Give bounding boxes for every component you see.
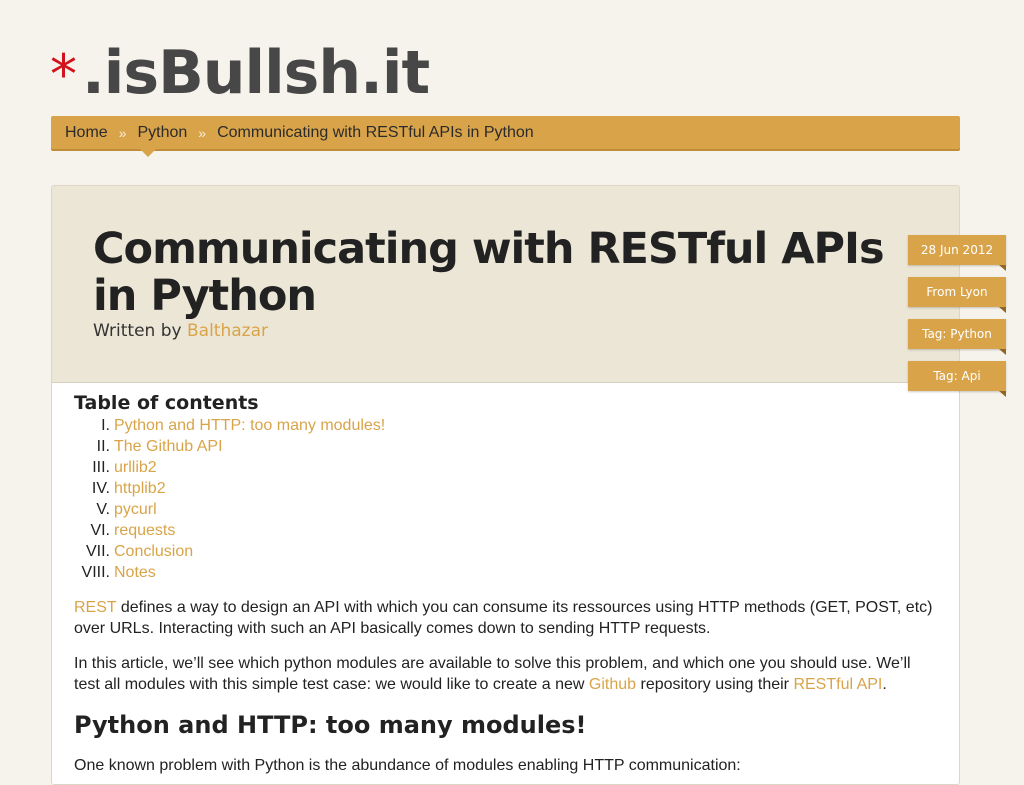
site-title[interactable]: * .isBullsh.it — [50, 38, 430, 110]
article-body: Table of contents I. Python and HTTP: too… — [52, 383, 959, 776]
intro-paragraph-1: REST defines a way to design an API with… — [74, 597, 937, 639]
tag-python-label: Tag: Python — [922, 327, 992, 341]
toc-item: III. urllib2 — [74, 457, 937, 478]
site-star-logo: * — [50, 43, 77, 106]
site-name: .isBullsh.it — [82, 38, 430, 108]
toc-link[interactable]: requests — [114, 520, 175, 541]
toc-link[interactable]: Conclusion — [114, 541, 193, 562]
toc-item: II. The Github API — [74, 436, 937, 457]
toc-number: V. — [96, 501, 110, 518]
breadcrumb: Home » Python » Communicating with RESTf… — [51, 116, 960, 157]
breadcrumb-current-page: Communicating with RESTful APIs in Pytho… — [217, 123, 534, 141]
github-link[interactable]: Github — [589, 676, 636, 693]
toc-item: V. pycurl — [74, 499, 937, 520]
toc-link[interactable]: httplib2 — [114, 478, 166, 499]
section-paragraph: One known problem with Python is the abu… — [74, 757, 741, 774]
location-tag-label: From Lyon — [926, 285, 988, 299]
date-tag: 28 Jun 2012 — [908, 235, 1006, 271]
toc-item: VII. Conclusion — [74, 541, 937, 562]
restful-api-link[interactable]: RESTful API — [793, 676, 882, 693]
date-tag-label: 28 Jun 2012 — [920, 243, 994, 257]
table-of-contents: I. Python and HTTP: too many modules! II.… — [74, 415, 937, 583]
article-title: Communicating with RESTful APIs in Pytho… — [93, 224, 885, 321]
article-card: Communicating with RESTful APIs in Pytho… — [51, 185, 960, 785]
toc-number: III. — [92, 459, 110, 476]
tag-fold — [999, 391, 1006, 397]
intro-paragraph-2: In this article, we’ll see which python … — [74, 653, 937, 695]
toc-item: VIII. Notes — [74, 562, 937, 583]
toc-item: VI. requests — [74, 520, 937, 541]
toc-number: II. — [96, 438, 110, 455]
toc-number: VIII. — [81, 564, 110, 581]
intro-text: defines a way to design an API with whic… — [74, 599, 933, 637]
breadcrumb-separator: » — [198, 124, 207, 141]
article-byline: Written by Balthazar — [93, 321, 919, 341]
location-tag: From Lyon — [908, 277, 1006, 313]
byline-prefix: Written by — [93, 321, 182, 341]
tag-fold — [999, 307, 1006, 313]
toc-title: Table of contents — [74, 392, 259, 414]
toc-number: I. — [101, 417, 110, 434]
author-link[interactable]: Balthazar — [187, 321, 268, 341]
toc-number: IV. — [91, 480, 110, 497]
toc-link[interactable]: The Github API — [114, 436, 223, 457]
toc-link[interactable]: urllib2 — [114, 457, 157, 478]
toc-item: I. Python and HTTP: too many modules! — [74, 415, 937, 436]
rest-link[interactable]: REST — [74, 599, 116, 616]
breadcrumb-pointer — [140, 149, 156, 157]
section-heading: Python and HTTP: too many modules! — [74, 711, 587, 739]
toc-item: IV. httplib2 — [74, 478, 937, 499]
intro-text: repository using their — [636, 676, 794, 693]
toc-link[interactable]: Python and HTTP: too many modules! — [114, 415, 385, 436]
tag-fold — [999, 349, 1006, 355]
toc-number: VI. — [90, 522, 110, 539]
toc-link[interactable]: Notes — [114, 562, 156, 583]
article-header: Communicating with RESTful APIs in Pytho… — [52, 186, 959, 383]
tag-fold — [999, 265, 1006, 271]
intro-text: . — [882, 676, 887, 693]
toc-number: VII. — [85, 543, 110, 560]
breadcrumb-separator: » — [118, 124, 127, 141]
tag-api[interactable]: Tag: Api — [908, 361, 1006, 397]
tag-api-label: Tag: Api — [933, 369, 981, 383]
toc-link[interactable]: pycurl — [114, 499, 157, 520]
breadcrumb-python-link[interactable]: Python — [137, 124, 187, 142]
tag-python[interactable]: Tag: Python — [908, 319, 1006, 355]
breadcrumb-home-link[interactable]: Home — [65, 124, 108, 142]
